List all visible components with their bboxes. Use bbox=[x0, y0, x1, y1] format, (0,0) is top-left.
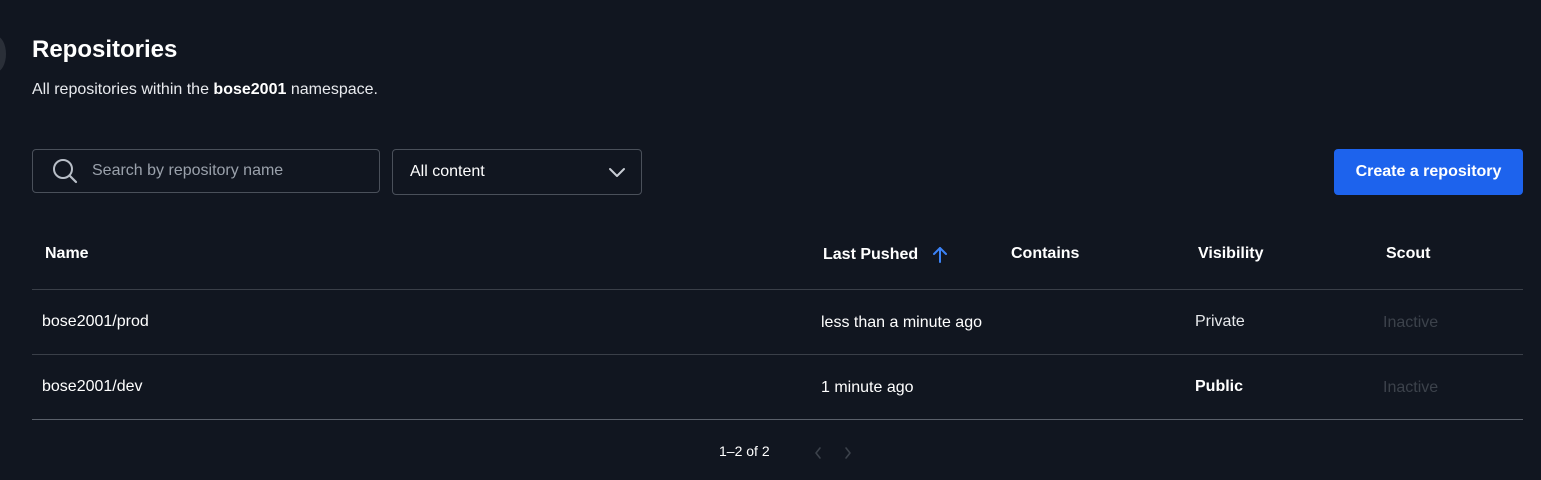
chevron-left-icon[interactable] bbox=[813, 446, 823, 460]
repo-name-link[interactable]: bose2001/dev bbox=[42, 378, 143, 396]
column-header-name[interactable]: Name bbox=[45, 245, 89, 263]
column-header-visibility[interactable]: Visibility bbox=[1198, 245, 1264, 263]
row-divider bbox=[32, 354, 1523, 355]
subtitle-prefix: All repositories within the bbox=[32, 81, 209, 98]
content-filter-value: All content bbox=[410, 163, 485, 180]
table-bottom-divider bbox=[32, 419, 1523, 420]
chevron-down-icon bbox=[609, 168, 625, 177]
repositories-page: Repositories All repositories within the… bbox=[0, 0, 1541, 480]
scout-status: Inactive bbox=[1383, 314, 1439, 331]
last-pushed-value: 1 minute ago bbox=[821, 379, 914, 396]
header-divider bbox=[32, 289, 1523, 290]
pagination-label: 1–2 of 2 bbox=[719, 443, 770, 459]
repo-name-link[interactable]: bose2001/prod bbox=[42, 313, 149, 331]
column-header-scout: Scout bbox=[1386, 245, 1430, 263]
create-repository-button[interactable]: Create a repository bbox=[1334, 149, 1523, 195]
visibility-value: Public bbox=[1195, 378, 1244, 395]
page-title: Repositories bbox=[32, 36, 178, 63]
visibility-value: Private bbox=[1195, 313, 1245, 330]
column-header-last-pushed[interactable]: Last Pushed bbox=[823, 245, 950, 265]
content-filter-select[interactable]: All content bbox=[392, 149, 642, 195]
column-header-visibility-label: Visibility bbox=[1198, 245, 1264, 262]
arrow-up-icon[interactable] bbox=[930, 245, 950, 265]
search-box[interactable] bbox=[32, 149, 380, 193]
sidebar-toggle[interactable] bbox=[0, 36, 6, 72]
search-input[interactable] bbox=[90, 161, 364, 181]
column-header-contains-label: Contains bbox=[1011, 245, 1080, 262]
search-icon bbox=[53, 159, 78, 184]
column-header-last-pushed-label: Last Pushed bbox=[823, 246, 919, 263]
scout-status: Inactive bbox=[1383, 379, 1439, 396]
namespace-name: bose2001 bbox=[213, 81, 287, 98]
last-pushed-value: less than a minute ago bbox=[821, 314, 982, 331]
page-subtitle: All repositories within the bose2001 nam… bbox=[32, 81, 378, 99]
chevron-right-icon[interactable] bbox=[843, 446, 853, 460]
column-header-name-label: Name bbox=[45, 245, 89, 262]
subtitle-suffix: namespace. bbox=[290, 81, 378, 98]
column-header-contains: Contains bbox=[1011, 245, 1079, 263]
column-header-scout-label: Scout bbox=[1386, 245, 1431, 262]
